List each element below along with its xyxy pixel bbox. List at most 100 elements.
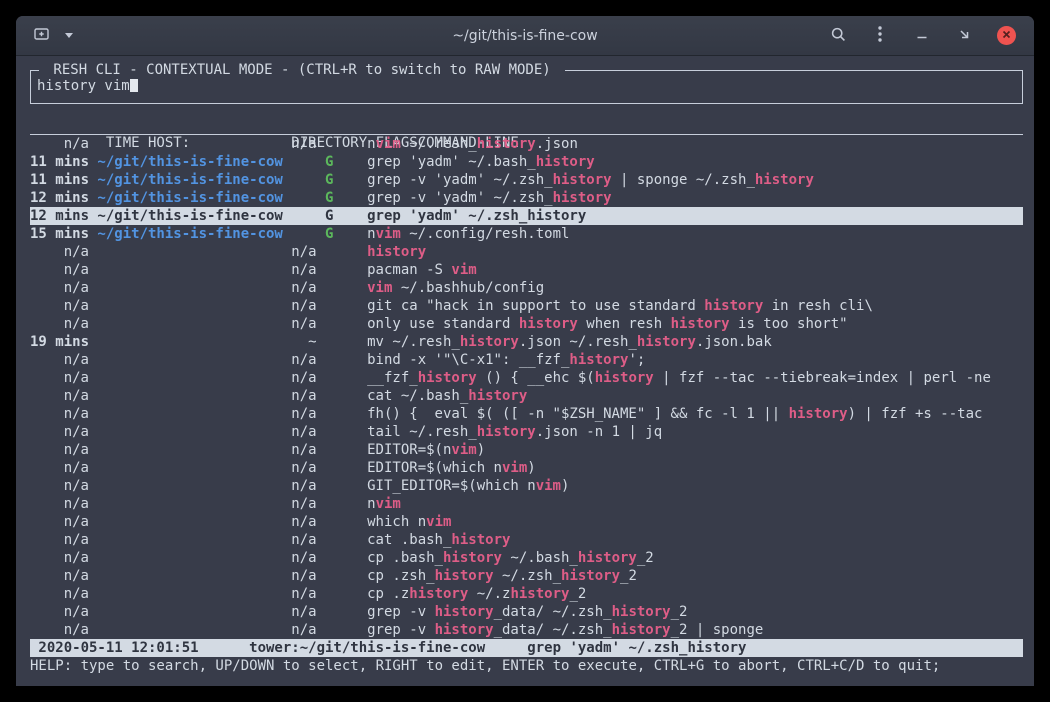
cell-flags: G	[325, 207, 367, 225]
restore-button[interactable]	[955, 27, 973, 45]
host-path: ~/git/this-is-fine-cow	[97, 190, 282, 206]
cell-host-directory: n/a	[97, 441, 316, 459]
history-row[interactable]: n/an/agrep -v history_data/ ~/.zsh_histo…	[30, 603, 1023, 621]
cell-time: n/a	[30, 477, 89, 495]
history-row[interactable]: 11 mins~/git/this-is-fine-cowGgrep -v 'y…	[30, 171, 1023, 189]
history-row[interactable]: n/an/acp .zsh_history ~/.zsh_history_2	[30, 567, 1023, 585]
history-row[interactable]: n/an/aonly use standard history when res…	[30, 315, 1023, 333]
minimize-button[interactable]	[913, 27, 931, 45]
cell-time: n/a	[30, 621, 89, 639]
close-button[interactable]	[997, 26, 1016, 45]
cell-command: __fzf_history () { __ehc $(history | fzf…	[367, 370, 991, 386]
cell-host-directory: n/a	[97, 315, 316, 333]
directory: n/a	[291, 136, 316, 152]
kebab-menu-icon	[877, 25, 883, 46]
history-row[interactable]: n/an/abind -x '"\C-x1": __fzf_history';	[30, 351, 1023, 369]
cell-command: git ca "hack in support to use standard …	[367, 298, 873, 314]
cell-command: cp .zsh_history ~/.zsh_history_2	[367, 568, 637, 584]
directory: n/a	[291, 352, 316, 368]
cell-time: n/a	[30, 549, 89, 567]
history-row[interactable]: n/an/acat .bash_history	[30, 531, 1023, 549]
cell-flags: G	[325, 171, 367, 189]
cell-command: nvim ~/.config/resh.toml	[367, 226, 569, 242]
terminal-screen: RESH CLI - CONTEXTUAL MODE - (CTRL+R to …	[16, 56, 1034, 685]
history-row[interactable]: 15 mins~/git/this-is-fine-cowGnvim ~/.co…	[30, 225, 1023, 243]
history-row[interactable]: n/an/acp .zhistory ~/.zhistory_2	[30, 585, 1023, 603]
cell-time: n/a	[30, 513, 89, 531]
search-input[interactable]: history vim	[37, 77, 1016, 95]
history-row[interactable]: n/an/apacman -S vim	[30, 261, 1023, 279]
menu-button[interactable]	[871, 27, 889, 45]
history-row[interactable]: n/a n/a GIT_EDITOR=$(which nvim)	[30, 477, 1023, 495]
directory: n/a	[291, 568, 316, 584]
directory: n/a	[291, 496, 316, 512]
text-cursor	[130, 77, 138, 92]
history-row[interactable]: n/an/awhich nvim	[30, 513, 1023, 531]
search-button[interactable]	[829, 27, 847, 45]
directory: n/a	[291, 460, 316, 476]
history-row[interactable]: n/an/anvim ~/.resh_history.json	[30, 135, 1023, 153]
chevron-down-icon	[65, 33, 73, 38]
cell-time: n/a	[30, 603, 89, 621]
cell-host-directory: n/a	[97, 603, 316, 621]
history-row[interactable]: 12 mins~/git/this-is-fine-cowGgrep -v 'y…	[30, 189, 1023, 207]
history-row[interactable]: n/an/anvim	[30, 495, 1023, 513]
cell-time: n/a	[30, 297, 89, 315]
titlebar-right	[829, 26, 1034, 45]
cell-command: fh() { eval $( ([ -n "$ZSH_NAME" ] && fc…	[367, 406, 982, 422]
minimize-icon	[915, 27, 929, 44]
history-row[interactable]: n/an/ahistory	[30, 243, 1023, 261]
cell-command: nvim ~/.resh_history.json	[367, 136, 578, 152]
cell-time: n/a	[30, 405, 89, 423]
history-row[interactable]: n/an/atail ~/.resh_history.json -n 1 | j…	[30, 423, 1023, 441]
status-bar: 2020-05-11 12:01:51 tower:~/git/this-is-…	[30, 639, 1023, 657]
window-title: ~/git/this-is-fine-cow	[452, 28, 597, 44]
history-row[interactable]: n/an/aEDITOR=$(nvim)	[30, 441, 1023, 459]
directory: n/a	[291, 406, 316, 422]
cell-time: n/a	[30, 315, 89, 333]
cell-host-directory: n/a	[97, 351, 316, 369]
cell-flags: G	[325, 153, 367, 171]
cell-command: cp .zhistory ~/.zhistory_2	[367, 586, 586, 602]
directory: n/a	[291, 622, 316, 638]
cell-command: vim ~/.bashhub/config	[367, 280, 544, 296]
history-row[interactable]: n/an/agrep -v history_data/ ~/.zsh_histo…	[30, 621, 1023, 639]
cell-host-directory: n/a	[97, 549, 316, 567]
cell-host-directory: n/a	[97, 387, 316, 405]
directory: n/a	[291, 550, 316, 566]
directory: n/a	[291, 370, 316, 386]
cell-time: 15 mins	[30, 225, 89, 243]
history-row[interactable]: 19 mins~mv ~/.resh_history.json ~/.resh_…	[30, 333, 1023, 351]
directory: n/a	[291, 586, 316, 602]
cell-host-directory: ~/git/this-is-fine-cow	[97, 153, 316, 171]
new-tab-dropdown[interactable]	[60, 27, 78, 45]
new-tab-button[interactable]	[32, 27, 50, 45]
cell-time: n/a	[30, 261, 89, 279]
history-row[interactable]: n/an/aEDITOR=$(which nvim)	[30, 459, 1023, 477]
cell-host-directory: ~	[97, 333, 316, 351]
history-row[interactable]: n/a n/a __fzf_history () { __ehc $(history…	[30, 369, 1023, 387]
history-row[interactable]: n/a n/a fh() { eval $( ([ -n "$ZSH_NAME" ]…	[30, 405, 1023, 423]
history-row[interactable]: 12 mins~/git/this-is-fine-cowGgrep 'yadm…	[30, 207, 1023, 225]
directory: ~	[308, 334, 316, 350]
history-row[interactable]: n/an/acat ~/.bash_history	[30, 387, 1023, 405]
cell-host-directory: n/a	[97, 243, 316, 261]
cell-host-directory: n/a	[97, 567, 316, 585]
history-row[interactable]: n/an/acp .bash_history ~/.bash_history_2	[30, 549, 1023, 567]
directory: n/a	[291, 478, 316, 494]
history-list: n/an/anvim ~/.resh_history.json11 mins~/…	[30, 135, 1023, 639]
history-row[interactable]: n/an/agit ca "hack in support to use sta…	[30, 297, 1023, 315]
cell-host-directory: n/a	[97, 405, 316, 423]
history-row[interactable]: n/an/avim ~/.bashhub/config	[30, 279, 1023, 297]
cell-host-directory: ~/git/this-is-fine-cow	[97, 207, 316, 225]
history-row[interactable]: 11 mins~/git/this-is-fine-cowGgrep 'yadm…	[30, 153, 1023, 171]
cell-command: history	[367, 244, 426, 260]
directory: n/a	[291, 262, 316, 278]
cell-command: cat ~/.bash_history	[367, 388, 527, 404]
resh-search-box: RESH CLI - CONTEXTUAL MODE - (CTRL+R to …	[30, 70, 1023, 104]
cell-command: tail ~/.resh_history.json -n 1 | jq	[367, 424, 662, 440]
cell-command: GIT_EDITOR=$(which nvim)	[367, 478, 569, 494]
cell-time: n/a	[30, 495, 89, 513]
cell-time: n/a	[30, 369, 89, 387]
cell-host-directory: n/a	[97, 459, 316, 477]
